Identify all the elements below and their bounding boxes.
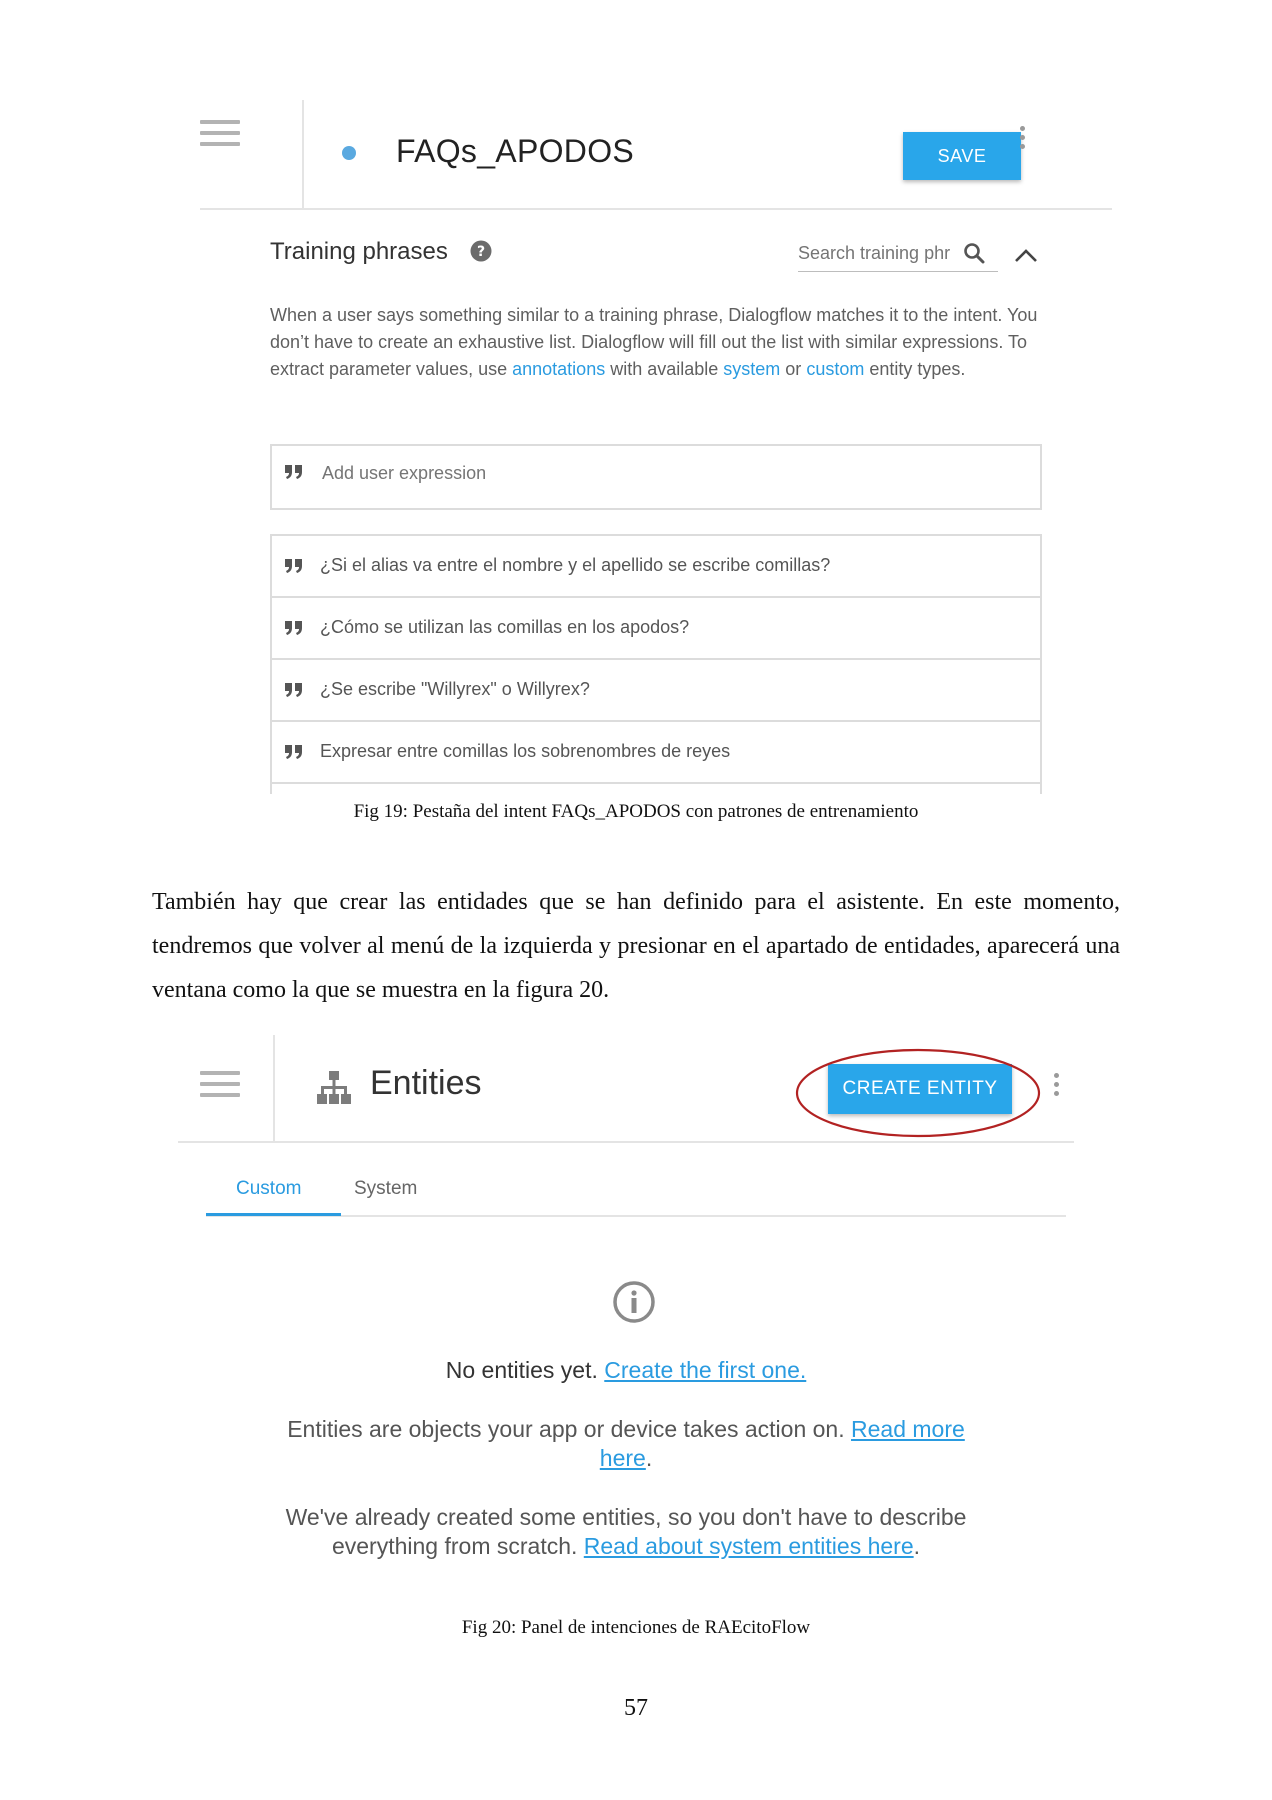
- training-phrase-text[interactable]: ¿Cómo se utilizan las comillas en los ap…: [320, 617, 689, 638]
- training-phrase-text[interactable]: ¿Se escribe "Willyrex" o Willyrex?: [320, 679, 590, 700]
- page-number: 57: [624, 1695, 648, 1721]
- svg-text:?: ?: [477, 244, 485, 260]
- entities-hierarchy-icon: [317, 1071, 351, 1104]
- tab-custom[interactable]: Custom: [236, 1178, 301, 1200]
- figure-20-caption: Fig 20: Panel de intenciones de RAEcitoF…: [461, 1617, 811, 1638]
- quote-icon: [285, 559, 302, 573]
- punctuation: .: [645, 1445, 653, 1471]
- figure-19-caption: Fig 19: Pestaña del intent FAQs_APODOS c…: [353, 801, 919, 822]
- entities-header: Entities CREATE ENTITY: [178, 1035, 1074, 1143]
- no-entities-message: No entities yet. Create the first one.: [178, 1353, 1074, 1387]
- menu-icon[interactable]: [200, 1071, 240, 1104]
- training-phrase-row[interactable]: ¿Cómo se utilizan las comillas en los ap…: [272, 598, 1040, 660]
- search-icon[interactable]: [962, 241, 986, 265]
- system-entities-note-cont: everything from scratch. Read about syst…: [178, 1529, 1074, 1563]
- more-options-icon[interactable]: [1054, 1073, 1060, 1100]
- system-link[interactable]: system: [723, 359, 780, 379]
- add-user-expression-input[interactable]: [320, 462, 924, 485]
- intent-status-dot-icon: [342, 146, 356, 160]
- search-input[interactable]: [798, 239, 950, 264]
- entities-title: Entities: [370, 1064, 482, 1102]
- no-entities-text: No entities yet.: [445, 1357, 605, 1383]
- read-more-here-link[interactable]: here: [600, 1445, 646, 1471]
- quote-icon: [285, 683, 302, 697]
- create-entity-button[interactable]: CREATE ENTITY: [828, 1064, 1012, 1114]
- menu-icon[interactable]: [200, 120, 240, 153]
- intent-title[interactable]: FAQs_APODOS: [396, 133, 634, 170]
- entity-tabs: Custom System: [206, 1178, 1066, 1217]
- training-phrase-row[interactable]: ¿Si el alias va entre el nombre y el ape…: [272, 536, 1040, 598]
- description-text: entity types.: [864, 359, 966, 379]
- system-entities-text: everything from scratch.: [331, 1533, 584, 1559]
- quote-icon: [285, 465, 302, 479]
- header-divider: [302, 100, 304, 208]
- training-phrase-row[interactable]: ¿Se escribe "Willyrex" o Willyrex?: [272, 660, 1040, 722]
- custom-link[interactable]: custom: [806, 359, 864, 379]
- header-divider: [273, 1035, 275, 1141]
- entities-figure: Entities CREATE ENTITY Custom System No …: [178, 1035, 1074, 1610]
- training-phrase-row[interactable]: Expresar entre comillas los sobrenombres…: [272, 722, 1040, 784]
- search-training-phrases[interactable]: [798, 239, 998, 272]
- body-paragraph: También hay que crear las entidades que …: [152, 889, 1120, 1003]
- description-text: with available: [605, 359, 724, 379]
- training-phrases-description: When a user says something similar to a …: [270, 302, 1060, 383]
- tab-system[interactable]: System: [354, 1178, 417, 1200]
- punctuation: .: [913, 1533, 921, 1559]
- training-phrase-text[interactable]: ¿Si el alias va entre el nombre y el ape…: [320, 555, 830, 576]
- description-text: or: [780, 359, 807, 379]
- active-tab-indicator: [206, 1213, 341, 1216]
- intent-figure: FAQs_APODOS SAVE Training phrases ? When…: [200, 100, 1112, 794]
- read-about-system-entities-link[interactable]: Read about system entities here: [584, 1533, 914, 1559]
- quote-icon: [285, 621, 302, 635]
- collapse-chevron-up-icon[interactable]: [1013, 246, 1039, 264]
- read-more-link[interactable]: Read more: [851, 1416, 965, 1442]
- entities-explanation-text: Entities are objects your app or device …: [287, 1416, 852, 1442]
- quote-icon: [285, 745, 302, 759]
- save-button[interactable]: SAVE: [903, 132, 1021, 180]
- training-phrases-title: Training phrases: [270, 238, 448, 265]
- annotations-link[interactable]: annotations: [512, 359, 605, 379]
- training-phrase-text[interactable]: Expresar entre comillas los sobrenombres…: [320, 741, 730, 762]
- create-first-entity-link[interactable]: Create the first one.: [604, 1357, 806, 1383]
- more-options-icon[interactable]: [1020, 126, 1026, 153]
- info-icon: [613, 1281, 655, 1323]
- add-user-expression-field[interactable]: [270, 444, 1042, 510]
- entities-explanation-cont: here.: [178, 1441, 1074, 1475]
- help-icon[interactable]: ?: [470, 240, 492, 262]
- intent-header: FAQs_APODOS SAVE: [200, 100, 1112, 210]
- training-phrase-list: ¿Si el alias va entre el nombre y el ape…: [270, 534, 1042, 794]
